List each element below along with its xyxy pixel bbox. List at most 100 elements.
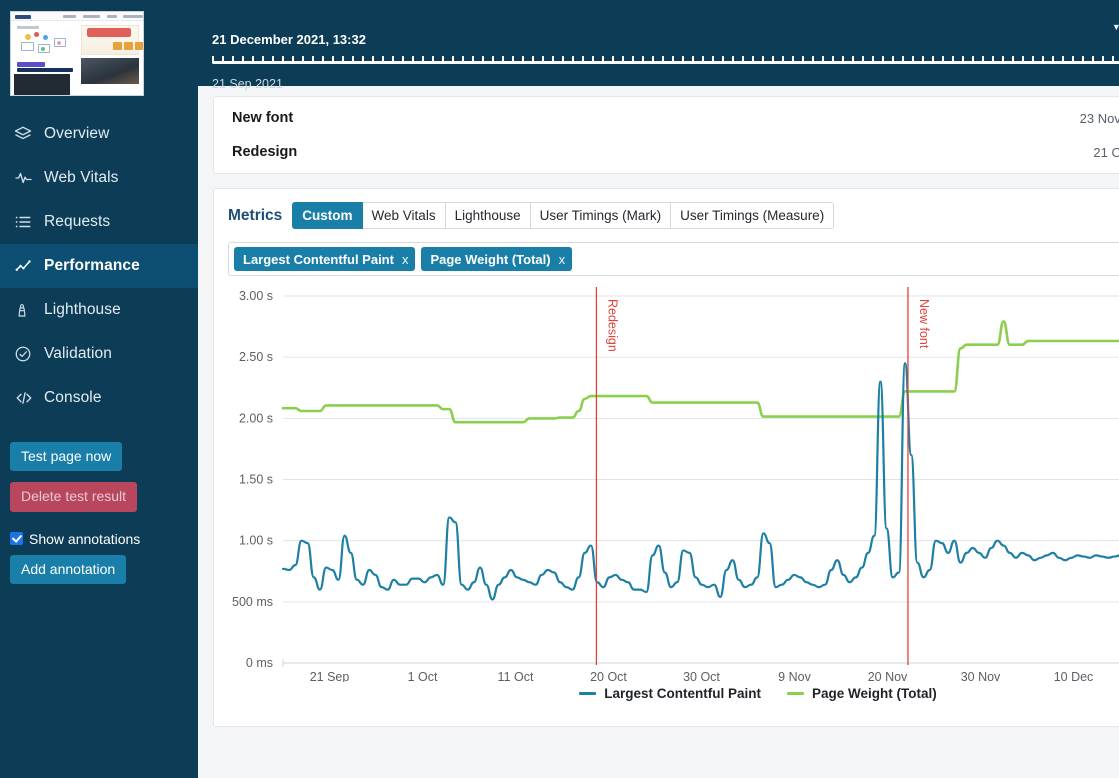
page-title: Metrics xyxy=(228,206,283,224)
metric-tag-lcp[interactable]: Largest Contentful Paint x xyxy=(234,247,416,271)
scatter-trend-icon xyxy=(14,257,40,275)
remove-tag-icon[interactable]: x xyxy=(559,252,566,267)
check-circle-icon xyxy=(14,345,40,363)
sidebar-item-label: Web Vitals xyxy=(44,169,119,186)
delete-test-result-button[interactable]: Delete test result xyxy=(10,482,138,512)
annotations-panel: New font 23 November 2021, 13:06 Redesig… xyxy=(213,96,1119,174)
svg-text:2.00 s: 2.00 s xyxy=(239,411,273,425)
svg-text:New font: New font xyxy=(917,299,931,349)
sidebar-nav: Overview Web Vitals Requests Performance xyxy=(0,112,198,420)
svg-text:500 ms: 500 ms xyxy=(232,595,273,609)
lighthouse-icon xyxy=(14,301,40,319)
tab-web-vitals[interactable]: Web Vitals xyxy=(362,202,446,229)
thumb-kicker xyxy=(17,26,39,29)
svg-text:20 Oct: 20 Oct xyxy=(590,670,627,682)
svg-text:21 Sep: 21 Sep xyxy=(310,670,350,682)
thumb-nav-3 xyxy=(107,15,117,18)
topbar-selectors: ▼ Live site ▼ Last 3 months xyxy=(1112,19,1119,35)
app-root: Overview Web Vitals Requests Performance xyxy=(0,0,1119,778)
sidebar-item-requests[interactable]: Requests xyxy=(0,200,198,244)
svg-text:9 Nov: 9 Nov xyxy=(778,670,811,682)
sidebar-item-label: Requests xyxy=(44,213,111,230)
annotation-name: Redesign xyxy=(232,144,298,160)
add-annotation-button[interactable]: Add annotation xyxy=(10,554,127,585)
chevron-down-icon: ▼ xyxy=(1111,21,1119,32)
svg-text:3.00 s: 3.00 s xyxy=(239,289,273,303)
tab-user-timings-mark[interactable]: User Timings (Mark) xyxy=(530,202,672,229)
svg-text:10 Dec: 10 Dec xyxy=(1054,670,1094,682)
sidebar: Overview Web Vitals Requests Performance xyxy=(0,0,198,778)
annotation-row: Redesign 21 October 2021, 17:02 xyxy=(214,135,1119,169)
metrics-chart[interactable]: 3.00 s 2.50 s 2.00 s 1.50 s 1.00 s 500 ms 0 ms… xyxy=(228,282,1119,716)
thumb-cookie-banner xyxy=(14,74,70,95)
metric-tabs: Custom Web Vitals Lighthouse User Timing… xyxy=(292,202,835,229)
sidebar-item-label: Overview xyxy=(44,125,110,142)
sidebar-item-label: Console xyxy=(44,389,102,406)
sidebar-item-performance[interactable]: Performance xyxy=(0,244,198,288)
list-icon xyxy=(14,213,40,231)
sidebar-item-label: Validation xyxy=(44,345,112,362)
svg-text:11 Oct: 11 Oct xyxy=(498,670,534,682)
site-thumbnail-container[interactable] xyxy=(0,0,198,96)
sidebar-item-web-vitals[interactable]: Web Vitals xyxy=(0,156,198,200)
show-annotations-checkbox[interactable] xyxy=(10,532,23,546)
code-icon xyxy=(14,389,40,407)
legend-label: Largest Contentful Paint xyxy=(604,686,761,701)
legend-label: Page Weight (Total) xyxy=(812,686,937,701)
metric-select-input[interactable]: Largest Contentful Paint x Page Weight (… xyxy=(228,242,1119,276)
thumb-illustration xyxy=(21,32,73,64)
show-annotations-row[interactable]: Show annotations xyxy=(10,531,198,547)
thumb-photo xyxy=(81,58,139,84)
range-start-label: 21 Sep 2021 xyxy=(212,77,283,91)
thumb-nav-4 xyxy=(123,15,143,18)
sidebar-item-validation[interactable]: Validation xyxy=(0,332,198,376)
thumb-script-text xyxy=(87,28,131,37)
test-page-now-button[interactable]: Test page now xyxy=(10,442,123,472)
sidebar-item-label: Performance xyxy=(44,257,140,274)
thumb-accent-bar xyxy=(17,62,45,67)
date-slider[interactable] xyxy=(212,55,1119,71)
layers-icon xyxy=(14,125,40,143)
legend-item-page-weight[interactable]: Page Weight (Total) xyxy=(787,686,937,701)
legend-swatch xyxy=(579,692,597,695)
svg-text:1.00 s: 1.00 s xyxy=(239,534,273,548)
svg-text:0 ms: 0 ms xyxy=(246,656,273,670)
sidebar-item-lighthouse[interactable]: Lighthouse xyxy=(0,288,198,332)
remove-tag-icon[interactable]: x xyxy=(402,252,409,267)
svg-text:2.50 s: 2.50 s xyxy=(239,350,273,364)
annotation-name: New font xyxy=(232,110,294,126)
topbar: ▼ Live site ▼ Last 3 months 21 December … xyxy=(198,0,1119,91)
svg-text:1 Oct: 1 Oct xyxy=(408,670,438,682)
site-selector-dropdown[interactable]: ▼ Live site xyxy=(1112,19,1119,35)
pulse-icon xyxy=(14,169,40,187)
metrics-header-row: Metrics Custom Web Vitals Lighthouse Use… xyxy=(228,202,1119,229)
main-panel: ▼ Live site ▼ Last 3 months 21 December … xyxy=(198,0,1119,778)
annotation-datetime: 21 October 2021, 17:02 xyxy=(1093,144,1119,160)
svg-text:30 Oct: 30 Oct xyxy=(683,670,720,682)
tab-lighthouse[interactable]: Lighthouse xyxy=(445,202,531,229)
chart-svg[interactable]: 3.00 s 2.50 s 2.00 s 1.50 s 1.00 s 500 ms 0 ms… xyxy=(228,282,1119,682)
thumb-nav-2 xyxy=(83,15,100,18)
current-datetime: 21 December 2021, 13:32 xyxy=(212,32,366,47)
metrics-panel: Metrics Custom Web Vitals Lighthouse Use… xyxy=(213,188,1119,727)
metric-tag-page-weight[interactable]: Page Weight (Total) x xyxy=(421,247,573,271)
metric-tag-label: Page Weight (Total) xyxy=(430,251,551,267)
sidebar-actions: Test page now Delete test result Show an… xyxy=(0,442,198,585)
content-area: New font 23 November 2021, 13:06 Redesig… xyxy=(198,86,1119,727)
svg-text:Redesign: Redesign xyxy=(605,299,619,352)
legend-item-lcp[interactable]: Largest Contentful Paint xyxy=(579,686,761,701)
chart-legend: Largest Contentful Paint Page Weight (To… xyxy=(228,686,1119,701)
slider-ticks xyxy=(212,56,1119,63)
site-screenshot-thumbnail[interactable] xyxy=(10,11,144,96)
thumb-logo xyxy=(15,14,31,19)
show-annotations-label: Show annotations xyxy=(29,530,141,547)
annotation-datetime: 23 November 2021, 13:06 xyxy=(1079,110,1119,126)
svg-text:20 Nov: 20 Nov xyxy=(868,670,908,682)
tab-user-timings-measure[interactable]: User Timings (Measure) xyxy=(671,202,835,229)
sidebar-item-console[interactable]: Console xyxy=(0,376,198,420)
slider-range-labels: 21 Sep 2021 21 Dec 2021 xyxy=(212,77,1119,91)
thumb-nav-1 xyxy=(63,15,76,18)
tab-custom[interactable]: Custom xyxy=(292,202,363,229)
svg-text:30 Nov: 30 Nov xyxy=(961,670,1001,682)
sidebar-item-overview[interactable]: Overview xyxy=(0,112,198,156)
